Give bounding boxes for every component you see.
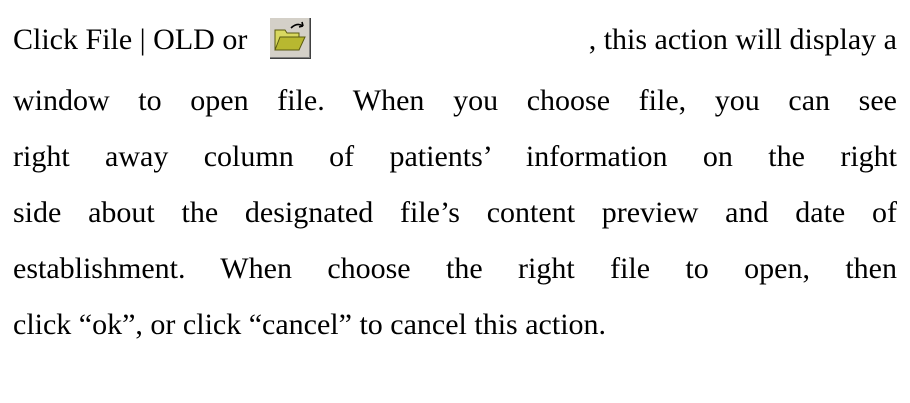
paragraph-line-2: window to open file. When you choose fil… — [13, 84, 897, 117]
line-1-text-after-icon: , this action will display a — [588, 23, 897, 56]
line-1-left: Click File | OLD or — [13, 17, 311, 62]
paragraph-line-1: Click File | OLD or , this action will d… — [13, 17, 897, 62]
paragraph-line-5: establishment. When choose the right fil… — [13, 252, 897, 285]
paragraph-line-4: side about the designated file’s content… — [13, 196, 897, 229]
line-1-text-before-icon: Click File | OLD or — [13, 23, 248, 56]
paragraph-line-3: right away column of patients’ informati… — [13, 140, 897, 173]
open-folder-icon — [268, 17, 311, 60]
paragraph-line-6: click “ok”, or click “cancel” to cancel … — [13, 308, 607, 341]
